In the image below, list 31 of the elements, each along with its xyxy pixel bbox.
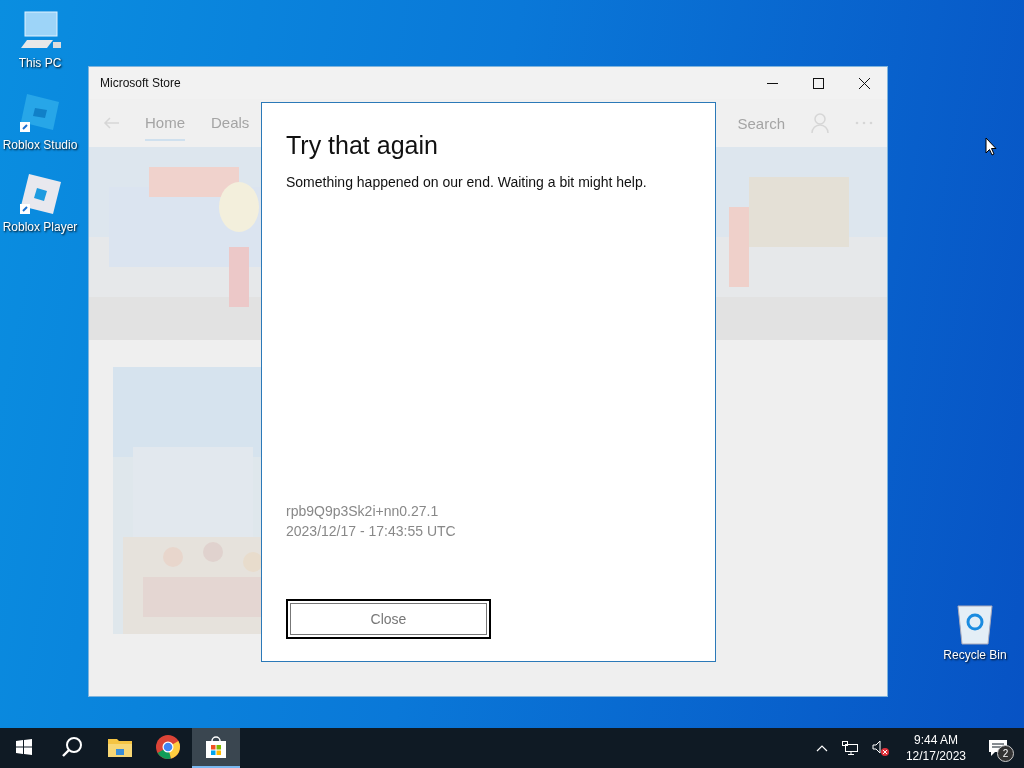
nav-tab[interactable]: Home (145, 105, 185, 141)
clock-time[interactable]: 9:44 AM (913, 732, 958, 748)
error-code: rpb9Q9p3Sk2i+nn0.27.1 (286, 502, 440, 521)
desktop-icon-label[interactable]: Roblox Player (2, 220, 78, 234)
desktop-icon-label[interactable]: Recycle Bin (943, 648, 1007, 662)
folder-icon (108, 737, 132, 757)
search-icon (61, 736, 83, 758)
maximize-icon (812, 77, 824, 89)
notification-count: 2 (997, 745, 1014, 762)
browser-icon (156, 735, 180, 759)
shopping-bag-icon (204, 735, 228, 759)
minimize-icon (766, 82, 778, 84)
dialog-title: Try that again (286, 131, 439, 160)
window-title: Microsoft Store (99, 76, 182, 90)
error-timestamp: 2023/12/17 - 17:43:55 UTC (286, 522, 457, 541)
recycle-bin-icon (955, 602, 995, 646)
desktop-icon-label[interactable]: This PC (18, 56, 62, 70)
close-button[interactable]: Close (286, 599, 491, 639)
dialog-message: Something happened on our end. Waiting a bit might help. (286, 174, 648, 190)
desktop-icon-label[interactable]: Roblox Studio (2, 138, 78, 152)
close-icon (858, 77, 870, 89)
search-link[interactable]: Search (737, 114, 785, 132)
chevron-up-icon (815, 744, 828, 752)
clock-date[interactable]: 12/17/2023 (905, 748, 966, 764)
notifications-button[interactable]: 2 (978, 728, 1018, 768)
muted-speaker-icon (871, 740, 890, 756)
mouse-cursor-icon (985, 137, 997, 156)
network-icon (841, 741, 858, 755)
taskbar-button[interactable] (192, 728, 240, 768)
windows-logo-icon (16, 739, 32, 755)
nav-tab[interactable]: Deals (211, 105, 250, 141)
